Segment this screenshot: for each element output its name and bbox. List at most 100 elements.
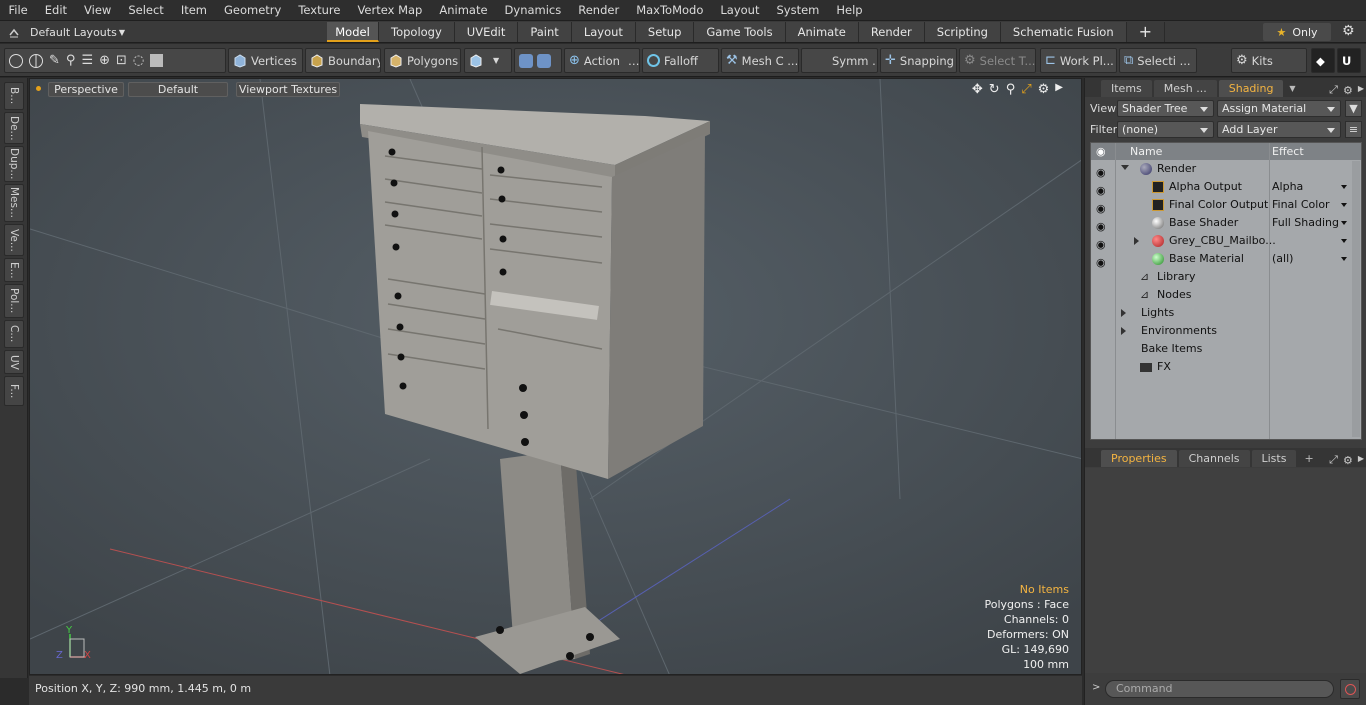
shading-style-button[interactable]: Default (128, 82, 228, 97)
left-tab-vertex[interactable]: Ve... (4, 224, 24, 256)
unreal-button[interactable]: U (1337, 48, 1361, 73)
menu-dynamics[interactable]: Dynamics (496, 0, 570, 21)
gear-icon[interactable]: ⚙ (1038, 82, 1050, 97)
polygons-button[interactable]: Polygons (384, 48, 461, 73)
tab-shading[interactable]: Shading (1218, 80, 1284, 97)
menu-maxtomodo[interactable]: MaxToModo (628, 0, 712, 21)
assign-material-select[interactable]: Assign Material (1217, 100, 1341, 117)
panel-gear-icon[interactable]: ⚙ (1340, 454, 1356, 467)
tab-render[interactable]: Render (858, 22, 925, 42)
brush-icon[interactable]: ⚲ (66, 53, 76, 68)
tree-row-base-material[interactable]: ◉ Base Material (all) (1091, 250, 1361, 269)
visibility-eye-icon[interactable]: ◉ (1096, 254, 1108, 269)
left-tab-fusion[interactable]: F... (4, 376, 24, 406)
frame-icon[interactable]: ⊡ (116, 53, 127, 68)
visibility-eye-icon[interactable]: ◉ (1096, 218, 1108, 233)
tab-topology[interactable]: Topology (379, 22, 455, 42)
tab-model[interactable]: Model (327, 22, 379, 42)
tab-scripting[interactable]: Scripting (924, 22, 1001, 42)
visibility-eye-icon[interactable]: ◉ (1096, 182, 1108, 197)
left-tab-curve[interactable]: C... (4, 320, 24, 348)
settings-shield2-icon[interactable] (537, 53, 551, 68)
vertices-button[interactable]: Vertices (228, 48, 303, 73)
left-tab-mesh-edit[interactable]: Mes... (4, 184, 24, 222)
tab-uvedit[interactable]: UVEdit (454, 22, 519, 42)
menu-item[interactable]: Item (172, 0, 215, 21)
selection-sets-button[interactable]: ⧉ Selecti ... (1119, 48, 1197, 73)
visibility-eye-icon[interactable]: ◉ (1096, 164, 1108, 179)
falloff-button[interactable]: Falloff (642, 48, 719, 73)
filter-icon[interactable]: ▼ (1345, 100, 1362, 117)
tab-paint[interactable]: Paint (518, 22, 572, 42)
panel-maximize-icon[interactable]: ⤢ (1329, 453, 1338, 467)
panel-arrow-icon[interactable]: ▶ (1358, 80, 1366, 97)
menu-render[interactable]: Render (570, 0, 628, 21)
visibility-eye-icon[interactable]: ◉ (1096, 200, 1108, 215)
panel-gear-icon[interactable]: ⚙ (1340, 84, 1356, 97)
column-name[interactable]: Name (1130, 145, 1162, 158)
pen-icon[interactable]: ✎ (49, 53, 60, 68)
tab-animate[interactable]: Animate (785, 22, 859, 42)
panel-arrow-icon[interactable]: ▶ (1358, 450, 1366, 467)
column-effect[interactable]: Effect (1272, 145, 1304, 158)
tab-schematic-fusion[interactable]: Schematic Fusion (1000, 22, 1127, 42)
tab-items[interactable]: Items (1101, 80, 1152, 97)
action-button[interactable]: ⊕ Action … (564, 48, 640, 73)
tab-lists[interactable]: Lists (1251, 450, 1297, 467)
menu-view[interactable]: View (76, 0, 120, 21)
filter-select[interactable]: (none) (1117, 121, 1214, 138)
snapping-button[interactable]: ✛ Snapping (880, 48, 957, 73)
stack-icon[interactable]: ☰ (81, 53, 93, 68)
work-plane-button[interactable]: ⊏ Work Pl... (1040, 48, 1117, 73)
menu-layout[interactable]: Layout (712, 0, 768, 21)
tree-row-fx[interactable]: FX (1091, 358, 1361, 376)
expand-arrow-icon[interactable] (1121, 309, 1126, 317)
tab-setup[interactable]: Setup (635, 22, 695, 42)
item-mode-button[interactable]: ▼ (464, 48, 512, 73)
globe-icon[interactable] (29, 53, 43, 68)
add-tab-button[interactable]: + (1127, 22, 1166, 42)
menu-texture[interactable]: Texture (290, 0, 349, 21)
effect-dropdown-icon[interactable] (1341, 185, 1347, 189)
tree-row-bake-items[interactable]: Bake Items (1091, 340, 1361, 358)
tree-scrollbar[interactable] (1352, 161, 1360, 437)
menu-geometry[interactable]: Geometry (216, 0, 290, 21)
tree-row-lights[interactable]: Lights (1091, 304, 1361, 322)
left-tab-basic[interactable]: B... (4, 82, 24, 110)
3d-viewport[interactable]: Perspective Default Viewport Textures ✥ … (29, 78, 1082, 675)
gear-icon[interactable]: ⚙ (1342, 23, 1355, 39)
effect-dropdown-icon[interactable] (1341, 221, 1347, 225)
rotate-view-icon[interactable]: ↻ (989, 82, 1000, 97)
left-tab-edge[interactable]: E... (4, 258, 24, 282)
boundary-button[interactable]: Boundary (305, 48, 381, 73)
view-select[interactable]: Shader Tree (1117, 100, 1214, 117)
visibility-eye-icon[interactable]: ◉ (1096, 236, 1108, 251)
tree-row-render[interactable]: ◉ Render (1091, 160, 1361, 179)
ring-icon[interactable]: ◌ (133, 53, 144, 68)
menu-system[interactable]: System (768, 0, 828, 21)
tree-row-nodes[interactable]: ⊿ Nodes (1091, 286, 1361, 304)
tab-mesh[interactable]: Mesh ... (1153, 80, 1217, 97)
menu-animate[interactable]: Animate (431, 0, 496, 21)
center-icon[interactable]: ⊕ (99, 53, 110, 68)
left-tab-uv[interactable]: UV (4, 350, 24, 374)
tab-game-tools[interactable]: Game Tools (694, 22, 786, 42)
tree-row-base-shader[interactable]: ◉ Base Shader Full Shading (1091, 214, 1361, 233)
menu-vertex-map[interactable]: Vertex Map (349, 0, 431, 21)
maximize-icon[interactable]: ⤢ (1021, 82, 1031, 97)
menu-file[interactable]: File (0, 0, 36, 21)
collapse-arrow-icon[interactable] (1121, 165, 1129, 170)
left-tab-polygon[interactable]: Pol... (4, 284, 24, 318)
effect-dropdown-icon[interactable] (1341, 203, 1347, 207)
tree-row-library[interactable]: ⊿ Library (1091, 268, 1361, 286)
command-arrow-icon[interactable]: > (1092, 682, 1100, 693)
list-options-icon[interactable]: ≡ (1345, 121, 1362, 138)
symmetry-button[interactable]: Symm ... (801, 48, 878, 73)
zoom-icon[interactable]: ⚲ (1006, 82, 1016, 97)
add-layer-select[interactable]: Add Layer (1217, 121, 1341, 138)
unity-button[interactable]: ◆ (1311, 48, 1335, 73)
viewport-textures-button[interactable]: Viewport Textures (236, 82, 340, 97)
command-input[interactable]: Command (1105, 680, 1334, 698)
menu-help[interactable]: Help (828, 0, 871, 21)
menu-edit[interactable]: Edit (36, 0, 75, 21)
